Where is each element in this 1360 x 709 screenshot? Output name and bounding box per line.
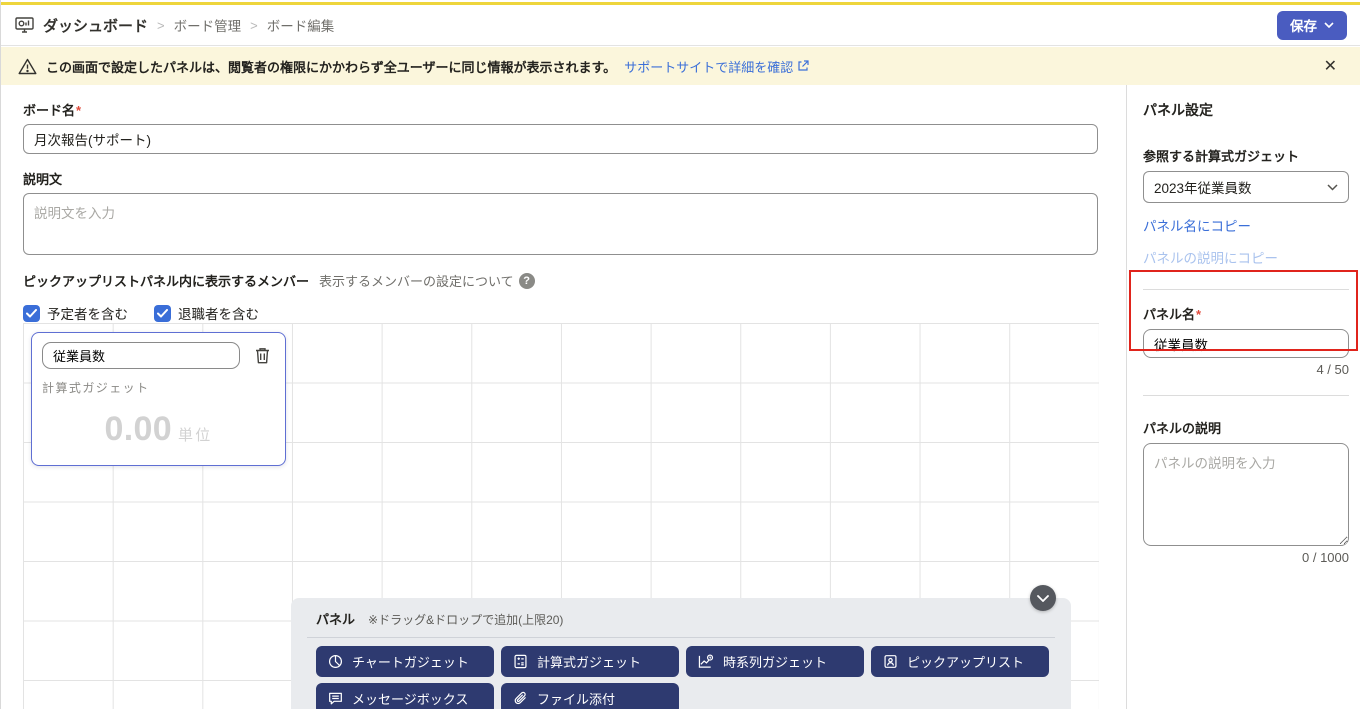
palette-collapse-button[interactable] — [1030, 585, 1056, 611]
message-box-icon — [329, 692, 342, 705]
chevron-down-icon — [1037, 594, 1049, 602]
sidebar-title: パネル設定 — [1143, 102, 1213, 118]
panel-palette: パネル ※ドラッグ&ドロップで追加(上限20) チャートガジェット 計算式ガジェ… — [291, 598, 1071, 709]
calculator-icon — [514, 654, 527, 669]
board-name-input[interactable] — [23, 124, 1098, 154]
save-button[interactable]: 保存 — [1277, 10, 1347, 40]
copy-to-panel-name-link[interactable]: パネル名にコピー — [1143, 215, 1349, 235]
palette-title: パネル — [316, 612, 356, 627]
checkmark-icon — [157, 308, 168, 317]
panel-desc-counter: 0 / 1000 — [1302, 550, 1349, 565]
include-retired-checkbox[interactable] — [154, 304, 171, 322]
panel-card-type-label: 計算式ガジェット — [42, 381, 150, 395]
include-planned-label: 予定者を含む — [47, 307, 128, 322]
panel-card-value-row: 0.00 単位 — [42, 410, 275, 449]
calc-gadget-panel-card[interactable]: 計算式ガジェット 0.00 単位 — [31, 332, 286, 466]
chevron-down-icon — [1324, 22, 1334, 28]
dashboard-monitor-icon — [14, 15, 35, 35]
header-bar: ダッシュボード > ボード管理 > ボード編集 保存 — [1, 5, 1360, 46]
main-column: ボード名* 説明文 ピックアップリストパネル内に表示するメンバー 表示するメンバ… — [1, 85, 1126, 709]
close-icon[interactable]: ✕ — [1318, 54, 1343, 78]
palette-timeseries-gadget-button[interactable]: 時系列ガジェット — [686, 646, 864, 677]
breadcrumb-dashboard[interactable]: ダッシュボード — [43, 15, 148, 36]
sidebar-divider — [1143, 395, 1349, 396]
include-retired-label: 退職者を含む — [178, 307, 259, 322]
sidebar-divider — [1143, 289, 1349, 290]
panel-name-counter: 4 / 50 — [1316, 362, 1349, 377]
chevron-down-icon — [1327, 183, 1338, 191]
palette-note: ※ドラッグ&ドロップで追加(上限20) — [368, 613, 564, 627]
panel-name-label: パネル名* — [1143, 307, 1202, 322]
breadcrumb-board-management[interactable]: ボード管理 — [174, 15, 242, 35]
pie-chart-icon — [328, 654, 343, 669]
palette-chart-gadget-button[interactable]: チャートガジェット — [316, 646, 494, 677]
breadcrumb-board-edit: ボード編集 — [266, 19, 335, 34]
help-icon[interactable]: ? — [518, 272, 535, 289]
banner-message: この画面で設定したパネルは、閲覧者の権限にかかわらず全ユーザーに同じ情報が表示さ… — [46, 59, 617, 75]
required-asterisk: * — [1196, 307, 1202, 322]
checkmark-icon — [26, 308, 37, 317]
panel-settings-sidebar: パネル設定 参照する計算式ガジェット 2023年従業員数 パネル名にコピー パネ… — [1126, 85, 1360, 709]
time-series-icon — [698, 654, 714, 668]
description-textarea[interactable] — [23, 193, 1098, 255]
save-button-label: 保存 — [1290, 19, 1317, 34]
palette-divider — [307, 637, 1055, 638]
trash-icon[interactable] — [254, 346, 271, 365]
paperclip-icon — [514, 691, 526, 705]
members-help-text: 表示するメンバーの設定について ? — [319, 271, 535, 290]
gadget-select-label: 参照する計算式ガジェット — [1143, 149, 1300, 164]
gadget-select-value: 2023年従業員数 — [1154, 181, 1252, 196]
pickup-list-icon — [884, 655, 897, 668]
panel-card-name-input[interactable] — [42, 342, 240, 369]
panel-desc-textarea[interactable] — [1143, 443, 1349, 546]
required-asterisk: * — [76, 103, 82, 118]
warning-triangle-icon — [18, 58, 37, 75]
palette-file-attach-button[interactable]: ファイル添付 — [501, 683, 679, 709]
include-planned-checkbox[interactable] — [23, 304, 40, 322]
gadget-select[interactable]: 2023年従業員数 — [1143, 171, 1349, 203]
breadcrumb-separator: > — [250, 17, 258, 33]
panel-card-unit: 単位 — [178, 427, 213, 444]
palette-message-box-button[interactable]: メッセージボックス — [316, 683, 494, 709]
panel-name-input[interactable] — [1143, 329, 1349, 358]
breadcrumb-separator: > — [157, 17, 165, 33]
panel-card-value: 0.00 — [104, 410, 173, 448]
description-label: 説明文 — [23, 172, 63, 187]
palette-calc-gadget-button[interactable]: 計算式ガジェット — [501, 646, 679, 677]
pickup-members-label: ピックアップリストパネル内に表示するメンバー — [23, 274, 310, 289]
board-edit-page: ダッシュボード > ボード管理 > ボード編集 保存 この画面で設定したパネルは… — [0, 0, 1360, 709]
board-name-label: ボード名* — [23, 103, 82, 118]
support-site-link[interactable]: サポートサイトで詳細を確認 — [624, 57, 809, 76]
palette-pickup-list-button[interactable]: ピックアップリスト — [871, 646, 1049, 677]
warning-banner: この画面で設定したパネルは、閲覧者の権限にかかわらず全ユーザーに同じ情報が表示さ… — [1, 47, 1360, 85]
copy-to-panel-desc-link: パネルの説明にコピー — [1143, 251, 1278, 266]
panel-desc-label: パネルの説明 — [1143, 421, 1222, 436]
external-link-icon — [798, 60, 809, 71]
